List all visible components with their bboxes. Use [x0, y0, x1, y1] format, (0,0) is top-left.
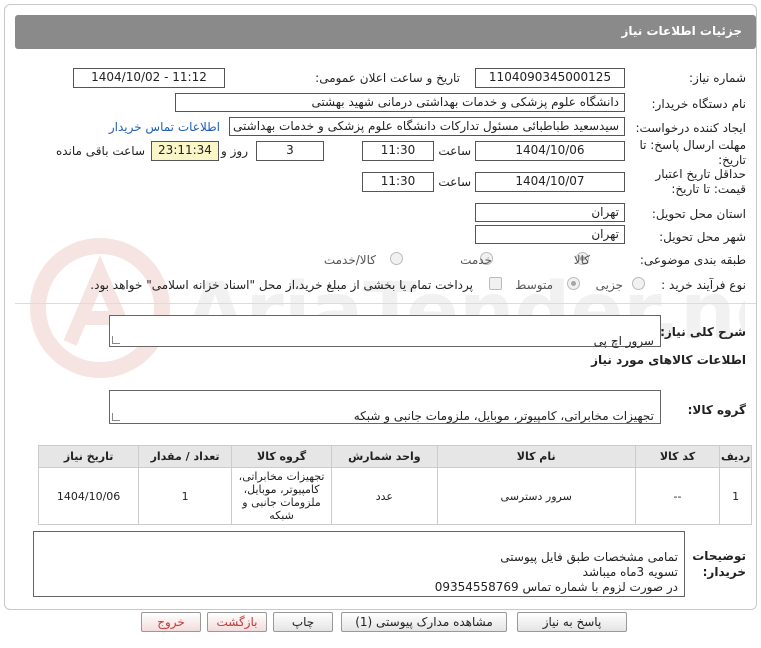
announce-date-field: 1404/10/02 - 11:12	[73, 68, 225, 88]
city-label: شهر محل تحویل:	[659, 230, 746, 244]
province-field: تهران	[475, 203, 625, 222]
buyer-contact-link[interactable]: اطلاعات تماس خریدار	[109, 120, 220, 134]
remaining-time-field: 23:11:34	[151, 141, 219, 161]
category-label: طبقه بندی موضوعی:	[639, 253, 746, 267]
buyer-org-field: دانشگاه علوم پزشکی و خدمات بهداشتی درمان…	[175, 93, 625, 112]
process-minor-radio[interactable]	[632, 277, 645, 290]
category-goods-service-label: کالا/خدمت	[323, 253, 376, 267]
col-unit: واحد شمارش	[331, 445, 438, 468]
buyer-notes-label-2: خریدار:	[702, 565, 746, 579]
summary-label: شرح کلی نیاز:	[660, 325, 746, 339]
treasury-payment-note: پرداخت تمام یا بخشی از مبلغ خرید،از محل …	[90, 278, 473, 292]
panel-header: جزئیات اطلاعات نیاز	[15, 15, 756, 49]
send-time-field: 11:30	[362, 141, 434, 161]
cell-code: --	[634, 467, 721, 525]
days-remaining-field: 3	[256, 141, 324, 161]
city-field: تهران	[475, 225, 625, 244]
price-validity-label: حداقل تاریخ اعتبار	[655, 167, 746, 181]
table-header-row: ردیف کد کالا نام کالا واحد شمارش گروه کا…	[37, 445, 752, 468]
validity-date-field: 1404/10/07	[475, 172, 625, 192]
items-table: ردیف کد کالا نام کالا واحد شمارش گروه کا…	[37, 445, 752, 525]
buyer-notes-text: تمامی مشخصات طبق فایل پیوستی تسویه 3ماه …	[434, 550, 678, 594]
col-qty: تعداد / مقدار	[138, 445, 232, 468]
send-date-field: 1404/10/06	[475, 141, 625, 161]
buyer-notes-label: توضیحات	[692, 549, 746, 563]
reply-button[interactable]: پاسخ به نیاز	[517, 612, 627, 632]
send-deadline-label-2: تاریخ:	[718, 153, 746, 167]
process-medium-radio[interactable]	[567, 277, 580, 290]
exit-button[interactable]: خروج	[141, 612, 201, 632]
days-label: روز و	[221, 144, 248, 158]
need-number-field: 1104090345000125	[475, 68, 625, 88]
col-code: کد کالا	[634, 445, 721, 468]
resize-grip-icon[interactable]	[112, 413, 120, 421]
goods-group-label: گروه کالا:	[687, 403, 746, 417]
category-goods-label: کالا	[573, 253, 590, 267]
summary-field[interactable]: سرور اچ پی	[109, 315, 661, 348]
panel-title: جزئیات اطلاعات نیاز	[621, 24, 742, 38]
need-details-panel: جزئیات اطلاعات نیاز AriaTender.net شماره…	[4, 4, 757, 610]
summary-text: سرور اچ پی	[593, 334, 654, 348]
buyer-org-label: نام دستگاه خریدار:	[651, 97, 747, 111]
table-row[interactable]: 1 -- سرور دسترسی عدد تجهیزات مخابراتی، ک…	[37, 467, 752, 525]
category-service-label: خدمت	[460, 253, 492, 267]
print-button[interactable]: چاپ	[273, 612, 333, 632]
cell-group: تجهیزات مخابراتی، کامپیوتر، موبایل، ملزو…	[230, 467, 333, 525]
announce-date-label: تاریخ و ساعت اعلان عمومی:	[315, 71, 460, 85]
validity-time-field: 11:30	[362, 172, 434, 192]
cell-qty: 1	[138, 467, 232, 525]
cell-row: 1	[719, 467, 752, 525]
requester-field: سیدسعید طباطبائی مسئول تدارکات دانشگاه ع…	[229, 117, 625, 136]
resize-grip-icon[interactable]	[112, 336, 120, 344]
process-minor-label: جزیی	[595, 278, 623, 292]
category-goods-service-radio[interactable]	[390, 252, 403, 265]
treasury-payment-checkbox[interactable]	[489, 277, 502, 290]
cell-unit: عدد	[331, 467, 438, 525]
remaining-time-label: ساعت باقی مانده	[55, 144, 145, 158]
col-name: نام کالا	[436, 445, 636, 468]
view-attachments-button[interactable]: مشاهده مدارک پیوستی (1)	[341, 612, 507, 632]
price-validity-label-2: قیمت: تا تاریخ:	[671, 182, 746, 196]
send-time-label: ساعت	[438, 144, 471, 158]
divider	[15, 303, 756, 304]
process-medium-label: متوسط	[515, 278, 553, 292]
goods-section-title: اطلاعات کالاهای مورد نیاز	[591, 353, 746, 367]
goods-group-field[interactable]: تجهیزات مخابراتی، کامپیوتر، موبایل، ملزو…	[109, 390, 661, 424]
buyer-notes-field[interactable]: تمامی مشخصات طبق فایل پیوستی تسویه 3ماه …	[33, 531, 685, 597]
cell-name: سرور دسترسی	[436, 467, 636, 525]
province-label: استان محل تحویل:	[651, 207, 746, 221]
col-date: تاریخ نیاز	[37, 445, 140, 468]
requester-label: ایجاد کننده درخواست:	[635, 121, 746, 135]
need-number-label: شماره نیاز:	[689, 71, 746, 85]
send-deadline-label: مهلت ارسال پاسخ: تا	[639, 138, 746, 152]
col-row: ردیف	[719, 445, 752, 468]
goods-group-text: تجهیزات مخابراتی، کامپیوتر، موبایل، ملزو…	[353, 409, 654, 423]
cell-date: 1404/10/06	[37, 467, 140, 525]
validity-time-label: ساعت	[438, 175, 471, 189]
process-type-label: نوع فرآیند خرید :	[661, 278, 746, 292]
col-group: گروه کالا	[230, 445, 333, 468]
back-button[interactable]: بازگشت	[207, 612, 267, 632]
